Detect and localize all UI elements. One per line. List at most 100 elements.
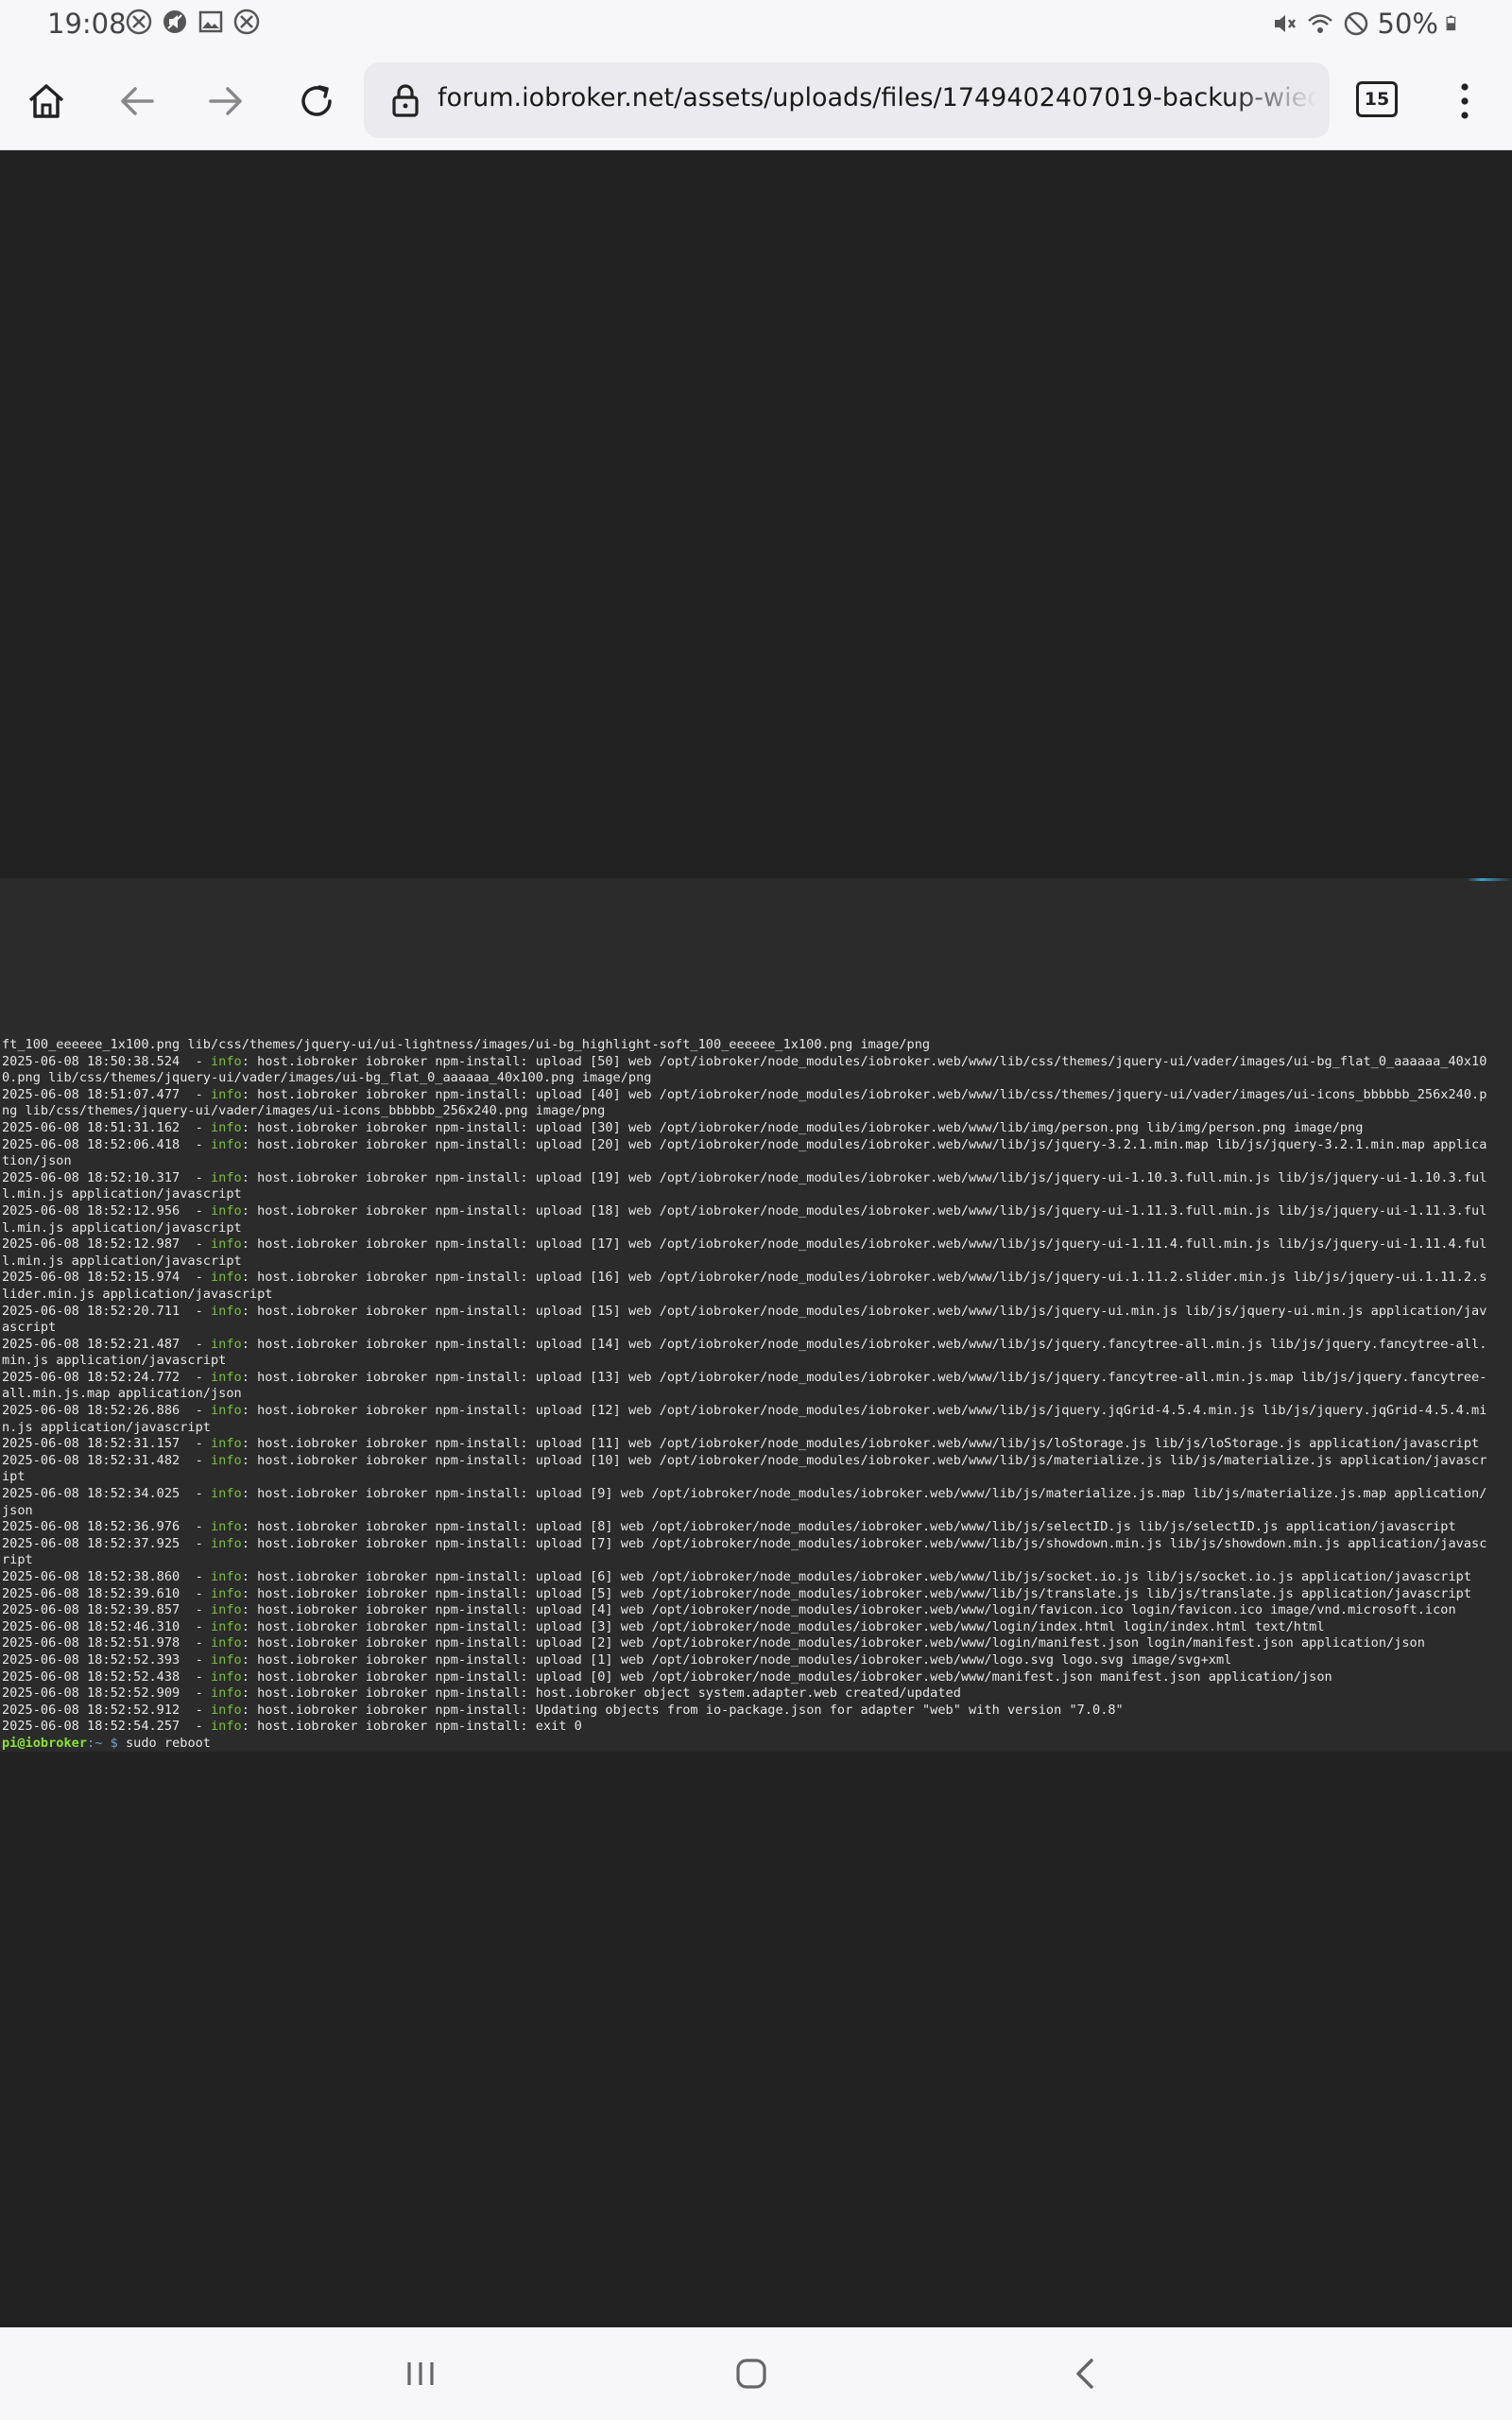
- terminal-line: 2025-06-08 18:51:07.477 - info: host.iob…: [2, 1086, 1487, 1102]
- log-level: info: [211, 1569, 242, 1584]
- terminal-line: n.js application/javascript: [2, 1420, 1510, 1437]
- log-message: : host.iobroker iobroker npm-install: up…: [241, 1403, 1487, 1419]
- log-timestamp: 2025-06-08 18:52:21.487: [2, 1336, 180, 1352]
- arrow-left-icon: [121, 87, 154, 115]
- prompt-path: :~ $: [87, 1735, 118, 1751]
- home-icon: [28, 84, 64, 118]
- terminal-top-edge: [0, 878, 1512, 881]
- terminal-line: l.min.js application/javascript: [2, 1220, 1510, 1237]
- url-text[interactable]: forum.iobroker.net/assets/uploads/files/…: [438, 83, 1316, 112]
- recents-icon: [407, 2362, 434, 2385]
- address-bar[interactable]: forum.iobroker.net/assets/uploads/files/…: [364, 62, 1330, 138]
- browser-toolbar: forum.iobroker.net/assets/uploads/files/…: [0, 49, 1512, 150]
- log-message: : host.iobroker iobroker npm-install: ex…: [241, 1719, 582, 1735]
- log-level: info: [211, 1486, 242, 1502]
- terminal-line: 2025-06-08 18:52:52.393 - info: host.iob…: [2, 1651, 1232, 1668]
- terminal-line: ft_100_eeeeee_1x100.png lib/css/themes/j…: [2, 1037, 1510, 1054]
- home-button[interactable]: [21, 76, 72, 127]
- log-message: : host.iobroker iobroker npm-install: up…: [241, 1569, 1472, 1584]
- terminal-line: 2025-06-08 18:52:37.925 - info: host.iob…: [2, 1535, 1487, 1551]
- log-timestamp: 2025-06-08 18:52:38.860: [2, 1569, 180, 1584]
- log-timestamp: 2025-06-08 18:52:37.925: [2, 1535, 180, 1551]
- log-timestamp: 2025-06-08 18:52:46.310: [2, 1618, 180, 1634]
- log-level: info: [211, 1336, 242, 1352]
- terminal-line: 2025-06-08 18:52:12.956 - info: host.iob…: [2, 1202, 1487, 1219]
- log-timestamp: 2025-06-08 18:52:36.976: [2, 1519, 180, 1535]
- terminal-line: 2025-06-08 18:52:51.978 - info: host.iob…: [2, 1635, 1425, 1651]
- log-timestamp: 2025-06-08 18:50:38.524: [2, 1053, 180, 1069]
- log-timestamp: 2025-06-08 18:52:52.909: [2, 1685, 180, 1702]
- vibrate-mute-icon: [1274, 15, 1296, 32]
- log-level: info: [211, 1702, 242, 1718]
- prompt-command: sudo reboot: [125, 1735, 211, 1751]
- terminal-line-text: min.js application/javascript: [2, 1353, 227, 1369]
- log-timestamp: 2025-06-08 18:52:26.886: [2, 1403, 180, 1419]
- log-level: info: [211, 1685, 242, 1702]
- terminal-line: 2025-06-08 18:52:34.025 - info: host.iob…: [2, 1486, 1487, 1502]
- tab-count-button[interactable]: 15: [1356, 81, 1398, 117]
- log-level: info: [211, 1169, 242, 1185]
- prompt-user-host: pi@iobroker: [2, 1735, 88, 1751]
- terminal-line: l.min.js application/javascript: [2, 1253, 1510, 1270]
- terminal-line-text: l.min.js application/javascript: [2, 1253, 242, 1269]
- battery-percent: 50%: [1377, 8, 1438, 40]
- recents-button[interactable]: [395, 2348, 446, 2399]
- terminal-line: 2025-06-08 18:52:52.912 - info: host.iob…: [2, 1702, 1124, 1718]
- log-level: info: [211, 1136, 242, 1152]
- terminal-line: 2025-06-08 18:52:31.157 - info: host.iob…: [2, 1436, 1480, 1452]
- terminal-line: json: [2, 1503, 1510, 1520]
- log-timestamp: 2025-06-08 18:52:34.025: [2, 1486, 180, 1502]
- log-level: info: [211, 1535, 242, 1551]
- terminal-screenshot: ft_100_eeeeee_1x100.png lib/css/themes/j…: [0, 878, 1512, 1752]
- terminal-line: ript: [2, 1552, 1510, 1569]
- mute-app-icon: [163, 10, 186, 33]
- terminal-line: 2025-06-08 18:52:52.909 - info: host.iob…: [2, 1685, 961, 1702]
- terminal-line-text: lider.min.js application/javascript: [2, 1286, 273, 1302]
- terminal-line-text: json: [2, 1502, 33, 1518]
- log-message: : host.iobroker iobroker npm-install: up…: [241, 1585, 1472, 1601]
- terminal-line: 2025-06-08 18:52:39.857 - info: host.iob…: [2, 1602, 1456, 1618]
- terminal-line: 2025-06-08 18:52:38.860 - info: host.iob…: [2, 1569, 1472, 1584]
- log-level: info: [211, 1436, 242, 1452]
- log-message: : host.iobroker iobroker npm-install: up…: [241, 1635, 1425, 1651]
- log-level: info: [211, 1452, 242, 1468]
- log-level: info: [211, 1618, 242, 1634]
- log-timestamp: 2025-06-08 18:51:07.477: [2, 1086, 180, 1102]
- overflow-menu-button[interactable]: [1446, 78, 1484, 125]
- terminal-line: 2025-06-08 18:50:38.524 - info: host.iob…: [2, 1053, 1487, 1069]
- x-icon: [233, 9, 260, 35]
- forward-button[interactable]: [200, 76, 251, 127]
- chevron-left-icon: [1076, 2359, 1093, 2389]
- log-message: : host.iobroker iobroker npm-install: up…: [241, 1136, 1487, 1152]
- terminal-line: 2025-06-08 18:52:20.711 - info: host.iob…: [2, 1303, 1487, 1319]
- terminal-prompt-line: pi@iobroker:~ $ sudo reboot: [2, 1736, 1510, 1753]
- terminal-line: 2025-06-08 18:52:10.317 - info: host.iob…: [2, 1169, 1487, 1185]
- log-message: : host.iobroker iobroker npm-install: up…: [241, 1668, 1332, 1685]
- log-level: info: [211, 1635, 242, 1651]
- log-message: : host.iobroker iobroker npm-install: up…: [241, 1086, 1487, 1102]
- log-level: info: [211, 1053, 242, 1069]
- log-message: : host.iobroker iobroker npm-install: up…: [241, 1486, 1487, 1502]
- terminal-line-text: ipt: [2, 1469, 26, 1485]
- terminal-line: 2025-06-08 18:52:21.487 - info: host.iob…: [2, 1336, 1487, 1352]
- back-button[interactable]: [112, 76, 163, 127]
- log-timestamp: 2025-06-08 18:52:10.317: [2, 1169, 180, 1185]
- home-circle-icon: [736, 2359, 766, 2389]
- lock-icon[interactable]: [387, 81, 424, 119]
- reload-button[interactable]: [291, 76, 342, 127]
- terminal-line: lider.min.js application/javascript: [2, 1287, 1510, 1304]
- terminal-line-text: ft_100_eeeeee_1x100.png lib/css/themes/j…: [2, 1037, 931, 1052]
- more-vertical-icon: [1461, 83, 1469, 119]
- log-level: info: [211, 1585, 242, 1601]
- log-message: : host.iobroker iobroker npm-install: up…: [241, 1602, 1456, 1618]
- log-timestamp: 2025-06-08 18:51:31.162: [2, 1119, 180, 1135]
- home-nav-button[interactable]: [726, 2348, 777, 2399]
- terminal-line: 2025-06-08 18:52:46.310 - info: host.iob…: [2, 1618, 1325, 1634]
- log-timestamp: 2025-06-08 18:52:39.610: [2, 1585, 180, 1601]
- log-level: info: [211, 1519, 242, 1535]
- log-timestamp: 2025-06-08 18:52:06.418: [2, 1136, 180, 1152]
- log-level: info: [211, 1303, 242, 1319]
- back-nav-button[interactable]: [1060, 2348, 1111, 2399]
- status-right: 50%: [1270, 8, 1463, 40]
- log-timestamp: 2025-06-08 18:52:52.912: [2, 1702, 180, 1718]
